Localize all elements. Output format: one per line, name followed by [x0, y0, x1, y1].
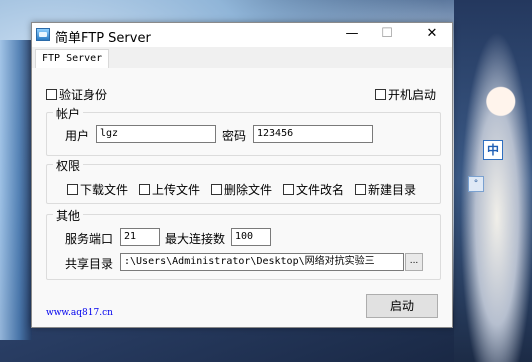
maximize-button[interactable]: ☐ — [372, 23, 402, 47]
start-button[interactable]: 启动 — [366, 294, 438, 318]
minimize-button[interactable]: — — [337, 23, 367, 47]
app-icon — [36, 28, 50, 41]
port-input[interactable]: 21 — [120, 228, 160, 246]
perm-upload-checkbox[interactable] — [139, 184, 150, 195]
ime-chinese-badge[interactable]: 中 — [483, 140, 503, 160]
perm-mkdir-option[interactable]: 新建目录 — [355, 179, 416, 198]
tab-content: 验证身份 开机启动 帐户 用户 lgz 密码 123456 权限 下载文件 上传… — [32, 68, 452, 327]
port-label: 服务端口 — [65, 232, 114, 246]
website-link[interactable]: www.aq817.cn — [46, 308, 113, 318]
password-input[interactable]: 123456 — [253, 125, 373, 143]
perm-download-label: 下载文件 — [80, 183, 129, 197]
autostart-label: 开机启动 — [388, 88, 437, 102]
max-connections-label: 最大连接数 — [165, 232, 226, 246]
perm-delete-label: 删除文件 — [224, 183, 273, 197]
user-label: 用户 — [65, 129, 90, 143]
perm-delete-option[interactable]: 删除文件 — [211, 179, 272, 198]
close-button[interactable]: ✕ — [417, 23, 447, 47]
max-connections-input[interactable]: 100 — [231, 228, 271, 246]
perm-rename-label: 文件改名 — [296, 183, 345, 197]
tab-strip: FTP Server — [32, 47, 452, 69]
perm-delete-checkbox[interactable] — [211, 184, 222, 195]
desktop-wallpaper-right — [454, 0, 532, 362]
account-group-title: 帐户 — [53, 105, 84, 122]
browse-button[interactable]: ... — [405, 253, 423, 271]
desktop-wallpaper-left — [0, 40, 32, 340]
perm-rename-checkbox[interactable] — [283, 184, 294, 195]
account-group: 帐户 用户 lgz 密码 123456 — [46, 105, 441, 156]
share-dir-label: 共享目录 — [65, 257, 114, 271]
tab-ftp-server[interactable]: FTP Server — [35, 49, 110, 68]
share-dir-input[interactable]: :\Users\Administrator\Desktop\网络对抗实验三 — [120, 253, 404, 271]
auth-option[interactable]: 验证身份 — [46, 84, 107, 103]
window-title: 简单FTP Server — [55, 31, 151, 46]
perm-mkdir-checkbox[interactable] — [355, 184, 366, 195]
perm-rename-option[interactable]: 文件改名 — [283, 179, 344, 198]
ftp-server-window: 简单FTP Server — ☐ ✕ FTP Server 验证身份 开机启动 … — [31, 22, 453, 328]
auth-label: 验证身份 — [59, 88, 108, 102]
other-group: 其他 服务端口 21 最大连接数 100 共享目录 :\Users\Admini… — [46, 207, 441, 280]
other-group-title: 其他 — [53, 207, 84, 224]
title-bar[interactable]: 简单FTP Server — ☐ ✕ — [32, 23, 452, 47]
perm-upload-option[interactable]: 上传文件 — [139, 179, 200, 198]
auth-checkbox[interactable] — [46, 89, 57, 100]
autostart-checkbox[interactable] — [375, 89, 386, 100]
user-input[interactable]: lgz — [96, 125, 216, 143]
permissions-group: 权限 下载文件 上传文件 删除文件 文件改名 新建目录 — [46, 157, 441, 204]
password-label: 密码 — [222, 129, 247, 143]
perm-mkdir-label: 新建目录 — [368, 183, 417, 197]
perm-download-option[interactable]: 下载文件 — [67, 179, 128, 198]
perm-download-checkbox[interactable] — [67, 184, 78, 195]
perm-upload-label: 上传文件 — [152, 183, 201, 197]
tray-small-icon[interactable]: ° — [468, 176, 484, 192]
permissions-group-title: 权限 — [53, 157, 84, 174]
autostart-option[interactable]: 开机启动 — [375, 84, 436, 103]
